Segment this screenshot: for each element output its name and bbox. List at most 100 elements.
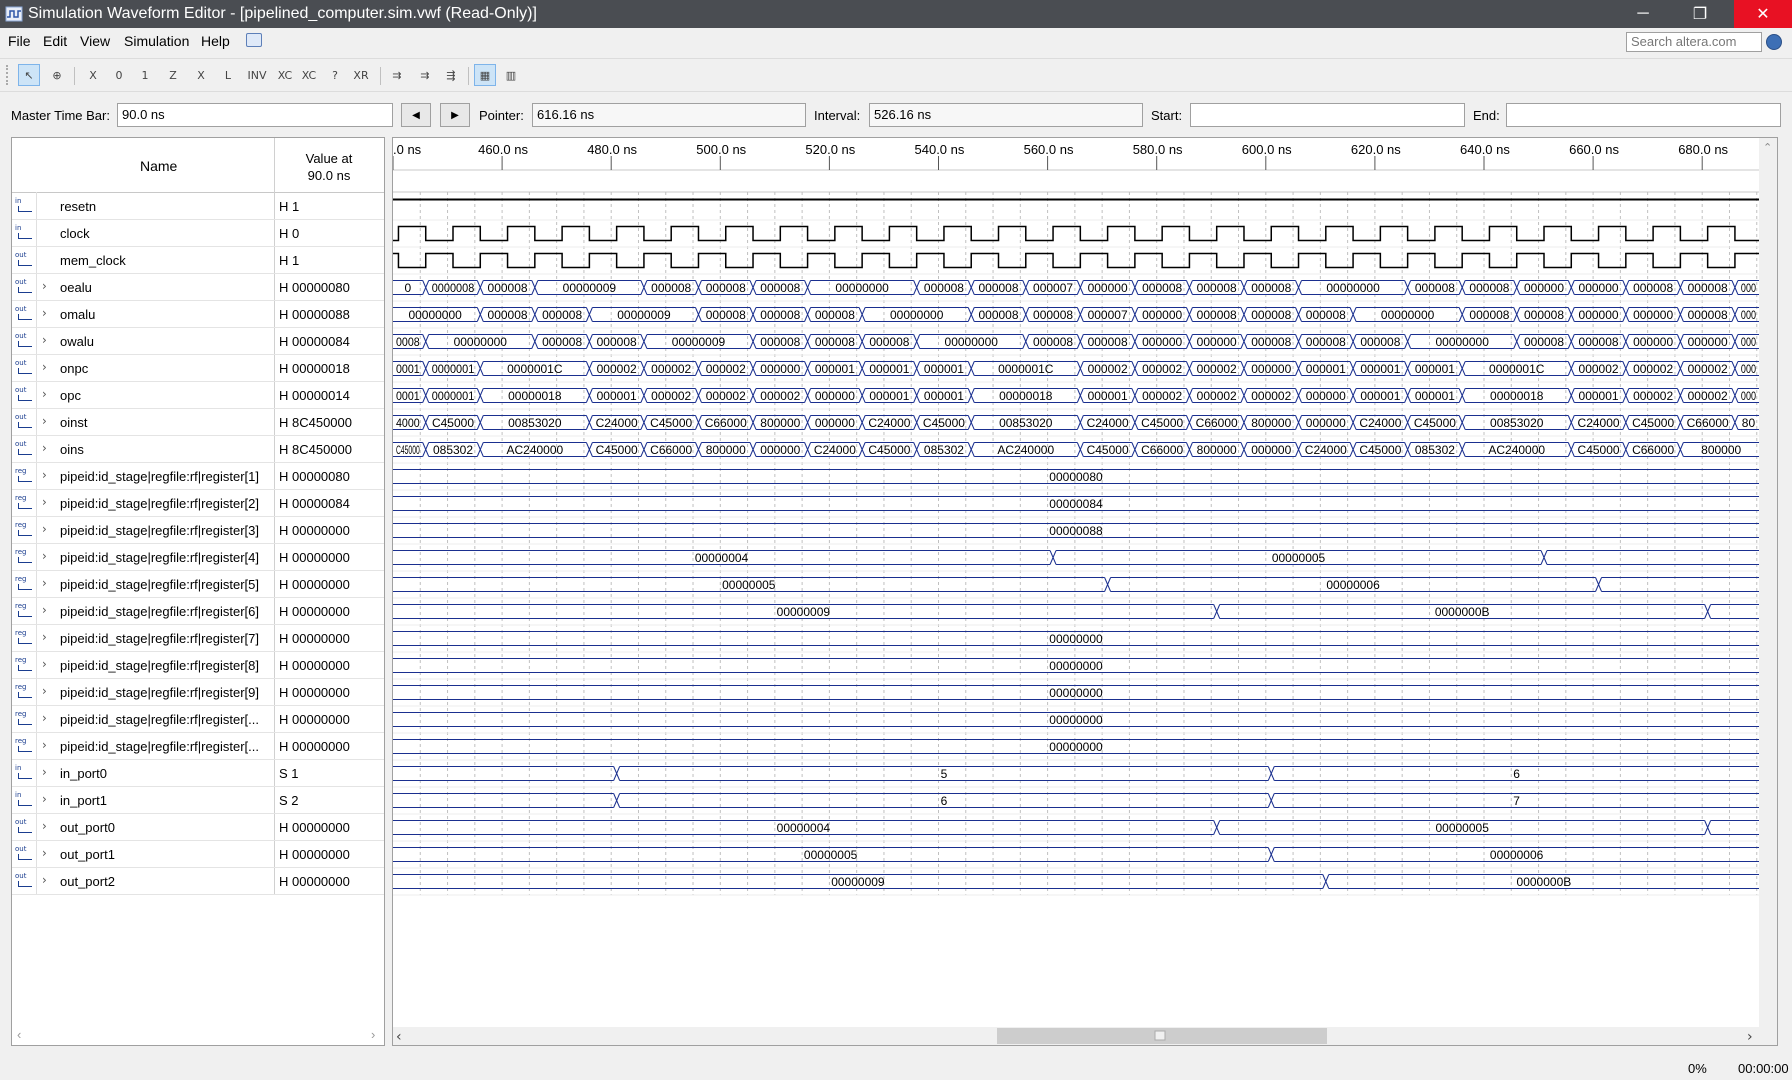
waveform-canvas[interactable]: .0 ns 460.0 ns 480.0 ns 500.0 ns 520.0 ns 540… (393, 138, 1777, 1045)
signal-row[interactable]: in › in_port1 S 2 (12, 787, 384, 814)
close-button[interactable]: ✕ (1734, 0, 1792, 28)
expand-chevron-icon[interactable]: › (42, 414, 47, 428)
maximize-button[interactable]: ❐ (1677, 0, 1723, 28)
next-transition-button[interactable]: ▶ (440, 103, 470, 127)
signal-row[interactable]: reg › pipeid:id_stage|regfile:rf|register[… (12, 625, 384, 652)
expand-chevron-icon[interactable]: › (42, 873, 47, 887)
signal-row[interactable]: out › oinst H 8C450000 (12, 409, 384, 436)
expand-chevron-icon[interactable]: › (42, 441, 47, 455)
signal-row[interactable]: reg › pipeid:id_stage|regfile:rf|register[… (12, 598, 384, 625)
signal-row[interactable]: out › out_port2 H 00000000 (12, 868, 384, 895)
expand-chevron-icon[interactable]: › (42, 711, 47, 725)
signal-row[interactable]: out mem_clock H 1 (12, 247, 384, 274)
expand-chevron-icon[interactable]: › (42, 657, 47, 671)
random-value-icon[interactable]: XR (350, 64, 372, 86)
expand-chevron-icon[interactable]: › (42, 765, 47, 779)
count-value-icon[interactable]: XC (274, 64, 296, 86)
scroll-left-icon[interactable]: ‹ (17, 1027, 21, 1042)
expand-chevron-icon[interactable]: › (42, 468, 47, 482)
bus-value-label: 000008 (978, 308, 1018, 322)
expand-chevron-icon[interactable]: › (42, 495, 47, 509)
signal-row[interactable]: in › in_port0 S 1 (12, 760, 384, 787)
scroll-right-icon[interactable]: › (371, 1027, 375, 1042)
forcing-high-icon[interactable]: 1 (134, 64, 156, 86)
forcing-unknown-icon[interactable]: X (82, 64, 104, 86)
bus-value-label: 00000005 (1435, 821, 1489, 835)
search-input[interactable]: Search altera.com (1626, 32, 1762, 52)
menu-file[interactable]: File (8, 33, 31, 49)
expand-chevron-icon[interactable]: › (42, 630, 47, 644)
bus-value-label: 000001 (815, 362, 855, 376)
signal-row[interactable]: reg › pipeid:id_stage|regfile:rf|register[… (12, 652, 384, 679)
signal-row[interactable]: out › opc H 00000014 (12, 382, 384, 409)
signal-row[interactable]: in clock H 0 (12, 220, 384, 247)
menu-simulation[interactable]: Simulation (124, 33, 189, 49)
zoom-tool-icon[interactable]: ⊕ (46, 64, 68, 86)
expand-chevron-icon[interactable]: › (42, 387, 47, 401)
waveform-pane[interactable]: .0 ns 460.0 ns 480.0 ns 500.0 ns 520.0 ns 540… (392, 137, 1778, 1046)
selection-tool-icon[interactable]: ↖ (18, 64, 40, 86)
waveform-view-icon[interactable]: ▦ (474, 64, 496, 86)
signal-row[interactable]: in resetn H 1 (12, 193, 384, 220)
signal-row[interactable]: out › oins H 8C450000 (12, 436, 384, 463)
signal-row[interactable]: reg › pipeid:id_stage|regfile:rf|register[… (12, 517, 384, 544)
generate-testbench-icon[interactable]: ⇶ (440, 64, 462, 86)
run-timing-icon[interactable]: ⇉ (414, 64, 436, 86)
master-time-bar-field[interactable]: 90.0 ns (117, 103, 393, 127)
left-horizontal-scrollbar[interactable]: ‹ › (11, 1027, 385, 1045)
signal-row[interactable]: out › onpc H 00000018 (12, 355, 384, 382)
expand-chevron-icon[interactable]: › (42, 549, 47, 563)
arbitrary-value-icon[interactable]: ? (324, 64, 346, 86)
grid-settings-icon[interactable]: ▥ (500, 64, 522, 86)
weak-unknown-icon[interactable]: X (190, 64, 212, 86)
end-field[interactable] (1506, 103, 1781, 127)
expand-chevron-icon[interactable]: › (42, 684, 47, 698)
bus-value-label: 0000000B (1517, 875, 1572, 889)
feedback-icon[interactable] (246, 33, 262, 47)
signal-row[interactable]: reg › pipeid:id_stage|regfile:rf|register[… (12, 544, 384, 571)
signal-row[interactable]: reg › pipeid:id_stage|regfile:rf|register[… (12, 463, 384, 490)
signal-row[interactable]: out › out_port0 H 00000000 (12, 814, 384, 841)
start-field[interactable] (1190, 103, 1465, 127)
signal-row[interactable]: out › oealu H 00000080 (12, 274, 384, 301)
expand-chevron-icon[interactable]: › (42, 522, 47, 536)
high-impedance-icon[interactable]: Z (162, 64, 184, 86)
signal-row[interactable]: out › omalu H 00000088 (12, 301, 384, 328)
menu-help[interactable]: Help (201, 33, 230, 49)
clock-value-icon[interactable]: XC (298, 64, 320, 86)
menu-view[interactable]: View (80, 33, 110, 49)
weak-low-icon[interactable]: L (217, 64, 239, 86)
expand-chevron-icon[interactable]: › (42, 738, 47, 752)
signal-row[interactable]: reg › pipeid:id_stage|regfile:rf|register[… (12, 490, 384, 517)
expand-chevron-icon[interactable]: › (42, 846, 47, 860)
register-pin-icon: reg (15, 522, 34, 538)
invert-icon[interactable]: INV (244, 64, 270, 86)
run-functional-icon[interactable]: ⇉ (386, 64, 408, 86)
signal-name: pipeid:id_stage|regfile:rf|register[1] (60, 469, 259, 484)
expand-chevron-icon[interactable]: › (42, 306, 47, 320)
globe-icon[interactable] (1766, 34, 1782, 50)
signal-row[interactable]: out › out_port1 H 00000000 (12, 841, 384, 868)
signal-row[interactable]: out › owalu H 00000084 (12, 328, 384, 355)
expand-chevron-icon[interactable]: › (42, 279, 47, 293)
signal-value: H 0 (279, 226, 300, 241)
signal-row[interactable]: reg › pipeid:id_stage|regfile:rf|register[… (12, 706, 384, 733)
name-column-header[interactable]: Name (140, 158, 177, 174)
menu-edit[interactable]: Edit (43, 33, 67, 49)
forcing-low-icon[interactable]: 0 (108, 64, 130, 86)
pointer-field: 616.16 ns (532, 103, 806, 127)
expand-chevron-icon[interactable]: › (42, 819, 47, 833)
signal-row[interactable]: reg › pipeid:id_stage|regfile:rf|register[… (12, 571, 384, 598)
value-column-header[interactable]: Value at 90.0 ns (274, 150, 384, 184)
bus-value-label: 000008 (488, 308, 528, 322)
signal-row[interactable]: reg › pipeid:id_stage|regfile:rf|register[… (12, 679, 384, 706)
previous-transition-button[interactable]: ◀ (401, 103, 431, 127)
vertical-scrollbar[interactable] (1759, 138, 1777, 1045)
expand-chevron-icon[interactable]: › (42, 792, 47, 806)
expand-chevron-icon[interactable]: › (42, 603, 47, 617)
signal-row[interactable]: reg › pipeid:id_stage|regfile:rf|register[… (12, 733, 384, 760)
minimize-button[interactable]: ─ (1620, 0, 1666, 28)
expand-chevron-icon[interactable]: › (42, 360, 47, 374)
expand-chevron-icon[interactable]: › (42, 333, 47, 347)
expand-chevron-icon[interactable]: › (42, 576, 47, 590)
